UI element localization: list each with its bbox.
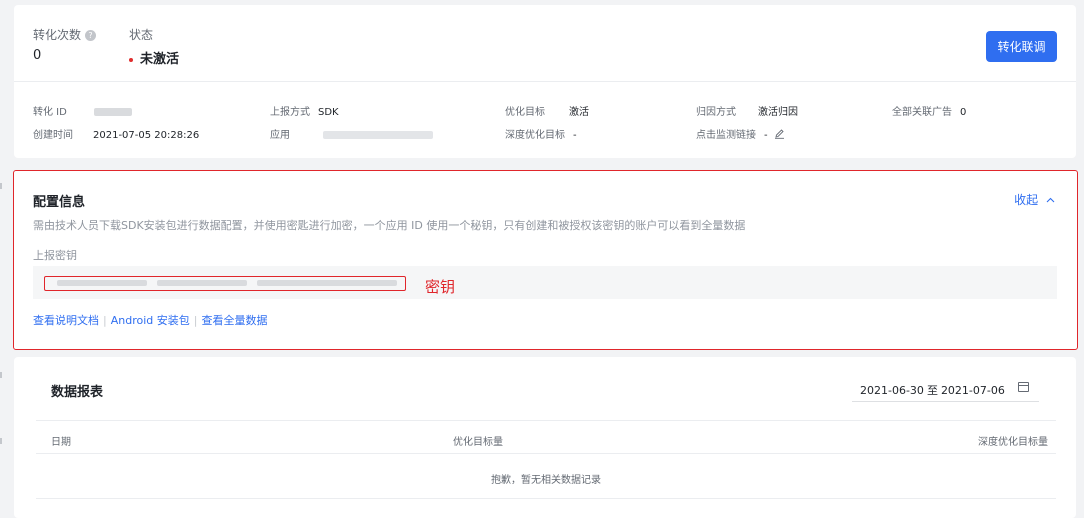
report-method-label: 上报方式 [270,107,310,118]
conversion-id-label: 转化 ID [33,107,67,118]
date-end: 2021-07-06 [940,384,1005,397]
column-deep-optimization-target: 深度优化目标量 [978,437,1048,448]
app-field: 应用 [270,126,434,141]
data-report-title: 数据报表 [51,385,104,400]
link-separator: | [103,314,107,327]
config-info-card: 配置信息 收起 需由技术人员下载SDK安装包进行数据配置，并使用密匙进行加密，一… [13,170,1078,350]
config-links: 查看说明文档 | Android 安装包 | 查看全量数据 [33,312,267,328]
chevron-up-icon [1046,197,1055,203]
created-time-label: 创建时间 [33,130,73,141]
click-monitor-link-value: - [764,130,768,141]
config-description: 需由技术人员下载SDK安装包进行数据配置，并使用密匙进行加密，一个应用 ID 使… [33,219,746,232]
key-blur-segment [57,280,147,286]
status-value: 未激活 [140,52,180,67]
report-key-masked-value [44,276,406,291]
view-docs-link[interactable]: 查看说明文档 [33,314,99,327]
edge-mark [0,183,2,189]
status-badge: 未激活 [129,48,179,67]
optimization-target-label: 优化目标 [505,107,545,118]
key-blur-segment [157,280,247,286]
report-key-label: 上报密钥 [33,249,77,262]
app-label: 应用 [270,130,290,141]
help-icon[interactable]: ? [85,30,97,41]
attribution-method-label: 归因方式 [696,107,736,118]
view-full-data-link[interactable]: 查看全量数据 [201,314,267,327]
config-title: 配置信息 [33,195,86,210]
optimization-target-field: 优化目标 激活 [505,103,589,118]
divider [14,81,1076,82]
date-start: 2021-06-30 [860,384,924,397]
conversion-id-field: 转化 ID [33,103,133,118]
linked-ads-label: 全部关联广告 [892,107,952,118]
column-optimization-target: 优化目标量 [453,437,503,448]
table-header: 日期 优化目标量 深度优化目标量 [36,420,1056,454]
android-package-link[interactable]: Android 安装包 [111,314,190,327]
deep-optimization-target-field: 深度优化目标 - [505,126,577,141]
data-report-card: 数据报表 2021-06-30 至 2021-07-06 日期 优化目标量 深度优化… [14,357,1076,518]
key-blur-segment [257,280,397,286]
linked-ads-field: 全部关联广告 0 [892,103,966,118]
status-dot-icon [129,57,133,62]
deep-optimization-target-value: - [573,130,577,141]
calendar-icon [1018,382,1029,392]
date-to: 至 [926,384,938,397]
created-time-value: 2021-07-05 20:28:26 [93,130,200,141]
status-label: 状态 [129,28,154,42]
conversion-debug-button[interactable]: 转化联调 [986,31,1057,62]
conversion-count-label: 转化次数 [33,28,82,42]
created-time-field: 创建时间 2021-07-05 20:28:26 [33,126,199,141]
conversion-count-label-group: 转化次数? [33,26,97,43]
conversion-summary-card: 转化次数? 0 状态 未激活 转化联调 转化 ID 创建时间 2021-07-05… [14,5,1076,158]
edge-mark [0,372,2,378]
conversion-count-value: 0 [33,48,42,63]
table-empty-state: 抱歉，暂无相关数据记录 [36,455,1056,499]
conversion-id-masked-value [94,108,133,116]
edge-mark [0,438,2,444]
click-monitor-link-label: 点击监测链接 [696,130,756,141]
link-separator: | [193,314,198,327]
report-method-field: 上报方式 SDK [270,103,339,118]
attribution-method-value: 激活归因 [758,107,798,118]
click-monitor-link-field: 点击监测链接 - [696,126,785,141]
key-annotation: 密钥 [425,278,456,296]
column-date: 日期 [51,437,71,448]
report-method-value: SDK [318,107,339,118]
app-masked-value [323,131,434,139]
optimization-target-value: 激活 [569,107,589,118]
collapse-button[interactable]: 收起 [1014,191,1055,208]
deep-optimization-target-label: 深度优化目标 [505,130,565,141]
collapse-label: 收起 [1014,193,1039,207]
date-range-picker[interactable]: 2021-06-30 至 2021-07-06 [852,375,1039,402]
linked-ads-value: 0 [960,107,967,118]
edit-pencil-icon[interactable] [774,128,785,139]
attribution-method-field: 归因方式 激活归因 [696,103,798,118]
